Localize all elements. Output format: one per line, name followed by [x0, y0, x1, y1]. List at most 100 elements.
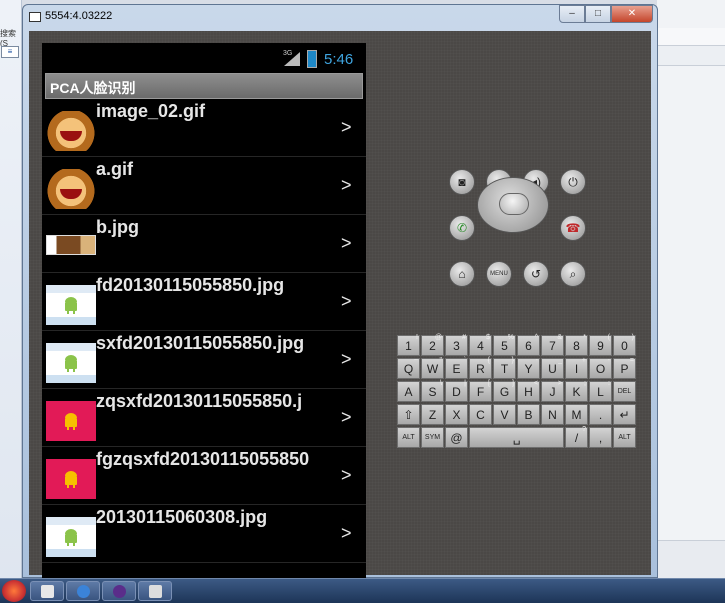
key-space[interactable]: ␣	[469, 427, 564, 448]
call-button[interactable]: ✆	[449, 215, 475, 241]
key-y[interactable]: Y-	[517, 357, 540, 379]
key-9[interactable]: 9(	[589, 334, 612, 356]
key-h[interactable]: H <	[517, 380, 540, 402]
photo-thumbnail-icon	[46, 235, 96, 255]
status-bar: 3G 5:46	[42, 43, 366, 73]
close-button[interactable]: ✕	[611, 5, 653, 23]
key-b[interactable]: B	[517, 404, 540, 425]
list-item[interactable]: fd20130115055850.jpg >	[42, 273, 366, 331]
key-v[interactable]: V	[493, 404, 516, 425]
key-comma[interactable]: ,	[589, 427, 612, 448]
list-item[interactable]: fgzqsxfd20130115055850 >	[42, 447, 366, 505]
key-enter[interactable]: ↵	[613, 404, 636, 425]
taskbar-item-browser[interactable]	[66, 581, 100, 601]
key-del[interactable]: DEL	[613, 381, 636, 402]
list-item[interactable]: image_02.gif >	[42, 99, 366, 157]
start-button[interactable]	[2, 580, 26, 602]
keyboard-row-3: A S \ D | F[ G] H < J > K; L: DEL	[397, 380, 637, 403]
key-slash[interactable]: /?	[565, 426, 588, 448]
key-k[interactable]: K;	[565, 380, 588, 402]
chevron-right-icon: >	[341, 175, 352, 195]
taskbar-item-emulator[interactable]	[138, 581, 172, 601]
back-button[interactable]: ↺	[523, 261, 549, 287]
key-2[interactable]: 2 @	[421, 334, 444, 356]
chevron-right-icon: >	[341, 407, 352, 427]
power-button[interactable]: ⏻	[560, 169, 586, 195]
key-p[interactable]: P =	[613, 357, 636, 379]
key-7[interactable]: 7 &	[541, 334, 564, 356]
minimize-button[interactable]: –	[559, 5, 585, 23]
key-q[interactable]: Q ~	[397, 357, 420, 379]
key-o[interactable]: O-	[589, 357, 612, 379]
desktop-right-bar-2	[657, 46, 725, 66]
key-j[interactable]: J >	[541, 380, 564, 402]
list-item[interactable]: a.gif >	[42, 157, 366, 215]
key-r[interactable]: R{	[469, 357, 492, 379]
monkey-thumbnail-icon	[46, 169, 96, 209]
camera-icon: ◙	[458, 175, 466, 189]
list-item-title: image_02.gif	[96, 101, 206, 121]
key-u[interactable]: U _	[541, 357, 564, 379]
list-item[interactable]: 20130115060308.jpg >	[42, 505, 366, 563]
key-5[interactable]: 5%	[493, 334, 516, 356]
key-d[interactable]: D |	[445, 380, 468, 402]
chevron-right-icon: >	[341, 233, 352, 253]
window-titlebar[interactable]: 5554:4.03222 – □ ✕	[23, 5, 657, 29]
key-at[interactable]: @	[445, 427, 468, 448]
browser-icon	[77, 585, 90, 598]
key-i[interactable]: I +	[565, 357, 588, 379]
key-8[interactable]: 8 *	[565, 334, 588, 356]
key-6[interactable]: 6 ^	[517, 334, 540, 356]
keyboard-row-1: 1! 2 @ 3 # 4 $ 5% 6 ^ 7 & 8 * 9( 0)	[397, 334, 637, 357]
key-w[interactable]: W "	[421, 357, 444, 379]
emulator-window: 5554:4.03222 – □ ✕ 3G 5:46 PCA人脸识别 image…	[22, 4, 658, 579]
android-thumbnail-icon	[46, 401, 96, 441]
search-icon: ⌕	[569, 267, 577, 281]
key-sym[interactable]: SYM	[421, 427, 444, 448]
menu-label: MENU	[490, 271, 508, 277]
key-c[interactable]: C	[469, 404, 492, 425]
menu-button[interactable]: MENU	[486, 261, 512, 287]
key-1[interactable]: 1!	[397, 334, 420, 356]
key-n[interactable]: N	[541, 404, 564, 425]
key-alt-right[interactable]: ALT	[613, 427, 636, 448]
key-g[interactable]: G]	[493, 380, 516, 402]
taskbar-item-explorer[interactable]	[30, 581, 64, 601]
list-item-title: fd20130115055850.jpg	[96, 275, 285, 295]
camera-button[interactable]: ◙	[449, 169, 475, 195]
key-m[interactable]: M	[565, 404, 588, 425]
chevron-right-icon: >	[341, 465, 352, 485]
dpad-center-button[interactable]	[499, 193, 529, 215]
key-a[interactable]: A	[397, 381, 420, 402]
maximize-button[interactable]: □	[585, 5, 611, 23]
list-item-title: 20130115060308.jpg	[96, 507, 268, 527]
list-item[interactable]: zqsxfd20130115055850.j >	[42, 389, 366, 447]
key-z[interactable]: Z	[421, 404, 444, 425]
search-button[interactable]: ⌕	[560, 261, 586, 287]
key-0[interactable]: 0)	[613, 334, 636, 356]
key-4[interactable]: 4 $	[469, 334, 492, 356]
key-alt-left[interactable]: ALT	[397, 427, 420, 448]
list-item[interactable]: b.jpg >	[42, 215, 366, 273]
home-button[interactable]: ⌂	[449, 261, 475, 287]
desktop-right-strip	[657, 0, 725, 580]
key-3[interactable]: 3 #	[445, 334, 468, 356]
taskbar-item-eclipse[interactable]	[102, 581, 136, 601]
key-period[interactable]: .	[589, 404, 612, 425]
desktop-search-label: 搜索(S	[0, 29, 16, 48]
list-item-title: b.jpg	[96, 217, 139, 237]
key-x[interactable]: X	[445, 404, 468, 425]
end-call-button[interactable]: ☎	[560, 215, 586, 241]
emulator-icon	[149, 585, 162, 598]
device-screen[interactable]: 3G 5:46 PCA人脸识别 image_02.gif > a.gif > b…	[42, 43, 366, 579]
document-icon	[41, 585, 54, 598]
key-l[interactable]: L:	[589, 380, 612, 402]
android-thumbnail-icon	[46, 285, 96, 325]
key-shift[interactable]: ⇧	[397, 404, 420, 425]
desktop-field[interactable]: ≡	[1, 46, 19, 58]
key-f[interactable]: F[	[469, 380, 492, 402]
key-e[interactable]: E `	[445, 357, 468, 379]
key-t[interactable]: T}	[493, 357, 516, 379]
key-s[interactable]: S \	[421, 380, 444, 402]
list-item[interactable]: sxfd20130115055850.jpg >	[42, 331, 366, 389]
